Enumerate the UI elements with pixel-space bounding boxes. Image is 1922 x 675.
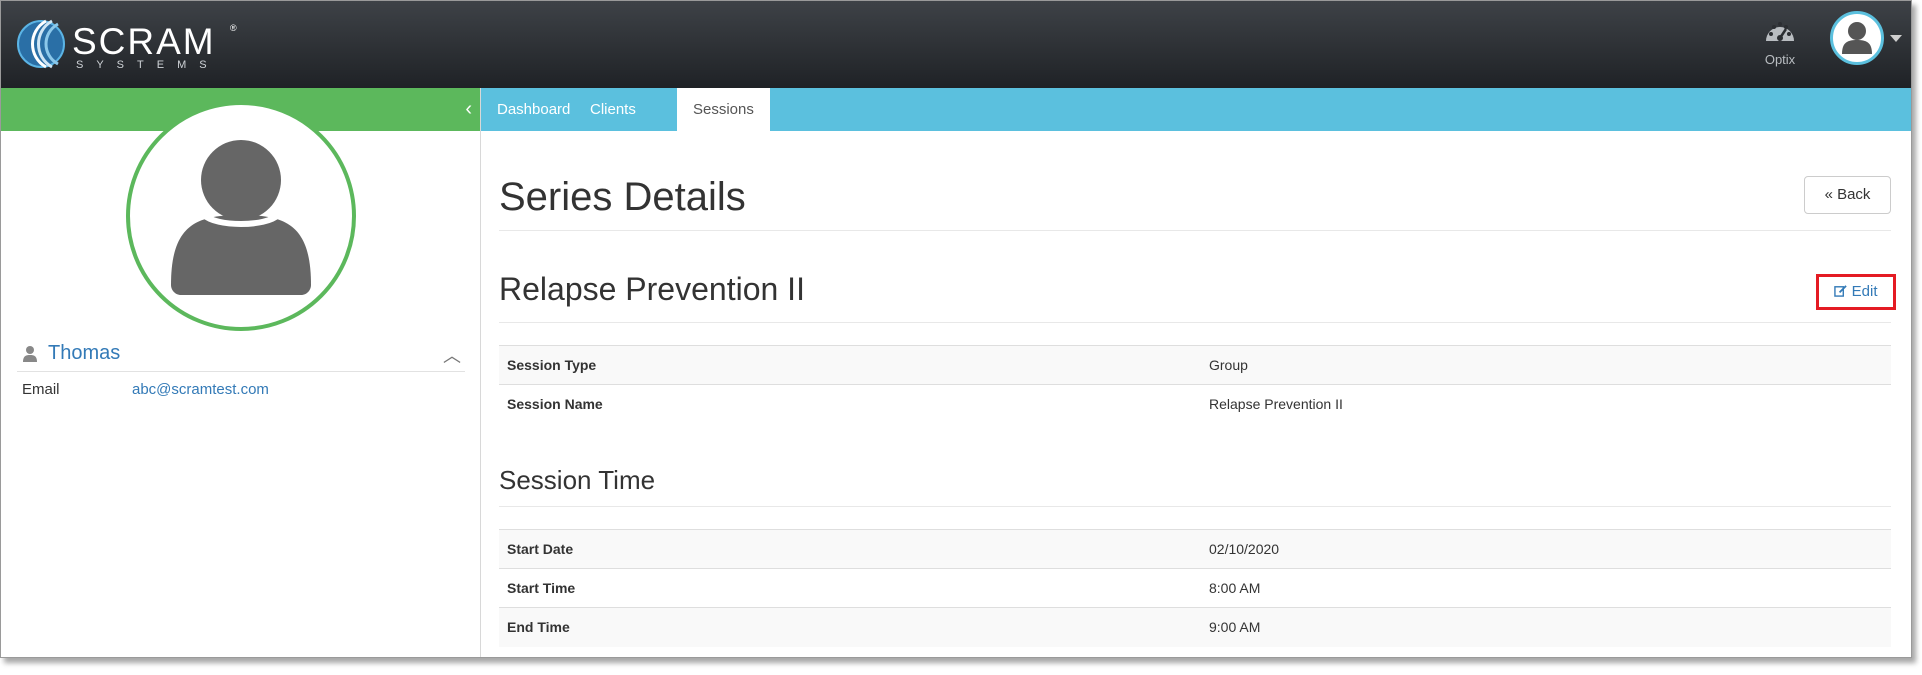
client-name: Thomas (48, 342, 121, 364)
session-type-label: Session Type (499, 345, 1201, 385)
main-content: Series Details « Back Relapse Prevention… (481, 131, 1911, 657)
end-time-value: 9:00 AM (1201, 607, 1891, 647)
client-photo-placeholder (126, 101, 356, 331)
session-name-value: Relapse Prevention II (1201, 384, 1891, 424)
tab-sessions[interactable]: Sessions (677, 88, 770, 131)
tab-bar: Dashboard Clients Sessions (481, 88, 1911, 131)
gauge-icon (1766, 22, 1794, 41)
table-row: Session Name Relapse Prevention II (499, 384, 1891, 424)
edit-button-label: Edit (1851, 283, 1878, 300)
series-name-heading: Relapse Prevention II (499, 271, 805, 307)
back-button-label: Back (1837, 186, 1871, 203)
end-time-label: End Time (499, 607, 1201, 647)
page-title: Series Details (499, 175, 746, 219)
user-menu[interactable] (1830, 11, 1902, 67)
back-button[interactable]: « Back (1804, 176, 1891, 214)
dropdown-caret-icon (1890, 35, 1902, 42)
client-sidebar: ‹ Thomas ︿ Email abc@scramtest.com (1, 88, 481, 657)
table-row: Session Type Group (499, 345, 1891, 385)
session-info-table: Session Type Group Session Name Relapse … (499, 345, 1891, 424)
chevron-up-icon[interactable]: ︿ (443, 342, 461, 368)
start-time-value: 8:00 AM (1201, 568, 1891, 608)
session-name-label: Session Name (499, 384, 1201, 424)
edit-button[interactable]: Edit (1816, 274, 1896, 310)
app-window: SCRAM ® SYSTEMS Optix ‹ Thomas ︿ Email a… (0, 0, 1912, 658)
table-row: End Time 9:00 AM (499, 607, 1891, 647)
client-email-link[interactable]: abc@scramtest.com (132, 381, 269, 398)
logo-wordmark: SCRAM (72, 21, 216, 62)
chevron-left-icon[interactable]: ‹ (465, 97, 472, 121)
logo-registered-mark: ® (230, 23, 237, 33)
optix-label: Optix (1764, 52, 1796, 67)
table-row: Start Time 8:00 AM (499, 568, 1891, 608)
email-label: Email (22, 381, 60, 398)
table-row: Start Date 02/10/2020 (499, 529, 1891, 569)
session-time-table: Start Date 02/10/2020 Start Time 8:00 AM… (499, 529, 1891, 647)
start-date-value: 02/10/2020 (1201, 529, 1891, 569)
optix-button[interactable]: Optix (1755, 19, 1805, 67)
tab-dashboard[interactable]: Dashboard (481, 88, 586, 131)
session-time-heading: Session Time (499, 465, 656, 495)
start-time-label: Start Time (499, 568, 1201, 608)
edit-icon (1834, 285, 1848, 297)
scram-logo[interactable]: SCRAM ® SYSTEMS (16, 15, 246, 73)
user-avatar-icon (1830, 11, 1884, 65)
divider (499, 506, 1891, 507)
top-navbar: SCRAM ® SYSTEMS Optix (1, 1, 1911, 88)
double-chevron-left-icon: « (1824, 186, 1833, 203)
start-date-label: Start Date (499, 529, 1201, 569)
divider (499, 230, 1891, 231)
scram-logo-mark-icon (17, 19, 65, 69)
divider (499, 322, 1891, 323)
session-type-value: Group (1201, 345, 1891, 385)
person-icon (23, 346, 37, 362)
logo-subtitle: SYSTEMS (76, 59, 220, 71)
tab-clients[interactable]: Clients (574, 88, 652, 131)
client-name-row[interactable]: Thomas ︿ (17, 336, 465, 372)
person-silhouette-icon (171, 140, 311, 295)
